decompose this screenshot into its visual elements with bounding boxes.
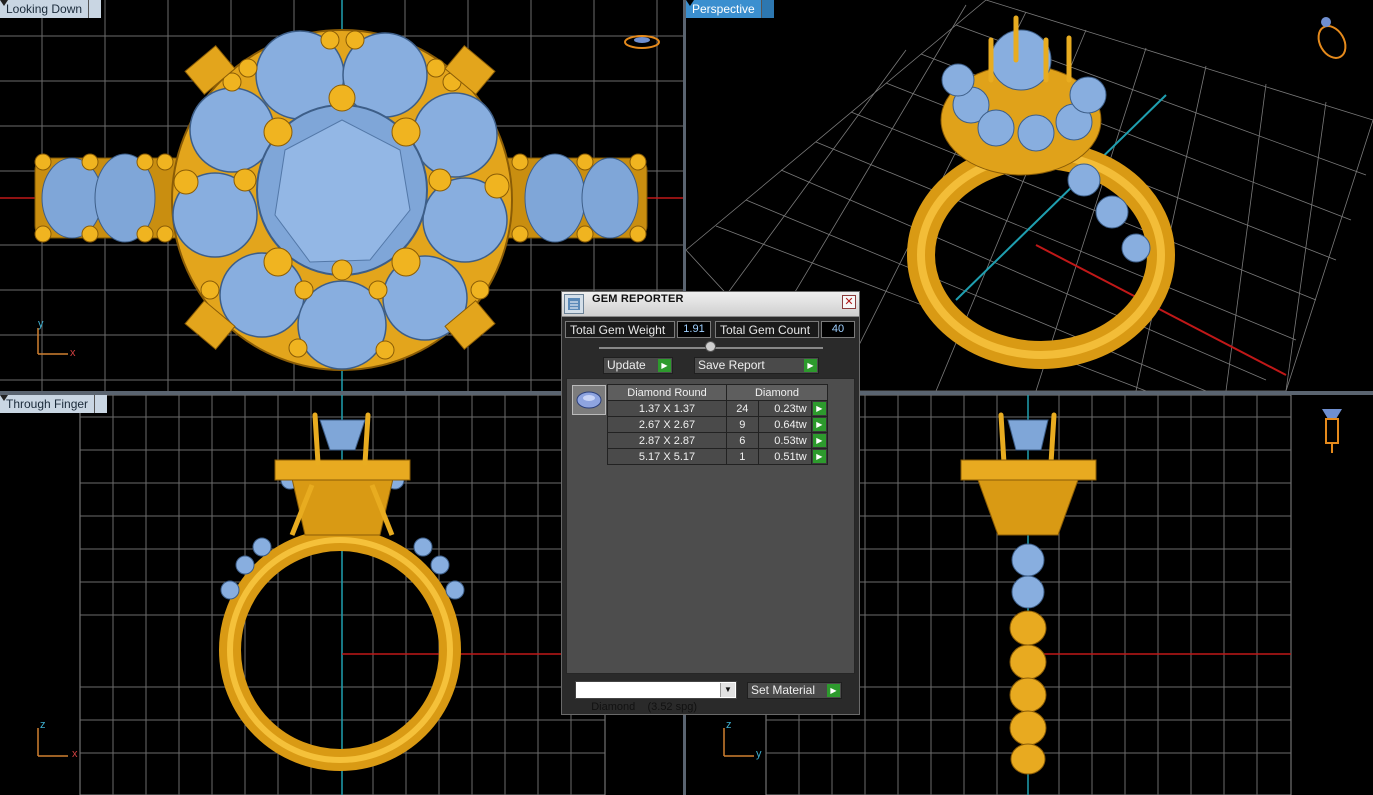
column-header-shape: Diamond Round: [607, 384, 727, 401]
dialog-title: GEM REPORTER: [592, 293, 684, 305]
play-icon: ▶: [827, 684, 840, 697]
total-gem-weight-label: Total Gem Weight: [565, 321, 675, 338]
play-icon: ▶: [812, 434, 826, 447]
dialog-titlebar[interactable]: GEM REPORTER ✕: [562, 292, 859, 317]
view-selector-looking-down[interactable]: Looking Down: [0, 0, 102, 18]
gem-size: 5.17 X 5.17: [607, 448, 727, 465]
axis-label-y: y: [38, 318, 44, 330]
axis-label-x: x: [72, 748, 78, 760]
chevron-down-icon[interactable]: [0, 395, 108, 413]
view-selector-through-finger[interactable]: Through Finger: [0, 395, 108, 413]
update-label: Update: [607, 358, 646, 372]
material-select[interactable]: Diamond (3.52 spg) ▼: [575, 681, 737, 713]
play-icon: ▶: [812, 450, 826, 463]
gem-count: 6: [726, 432, 759, 449]
axis-label-z: z: [40, 719, 46, 731]
view-name: Perspective: [692, 2, 755, 16]
table-row[interactable]: 1.37 X 1.37 24 0.23tw ▶: [607, 400, 829, 417]
chevron-down-icon[interactable]: [686, 0, 774, 18]
axis-indicator: [37, 728, 68, 757]
chevron-down-icon: ▼: [720, 683, 735, 697]
row-select-button[interactable]: ▶: [810, 432, 829, 449]
gem-count: 9: [726, 416, 759, 433]
axis-indicator: [723, 728, 754, 757]
table-row[interactable]: 2.87 X 2.87 6 0.53tw ▶: [607, 432, 829, 449]
gem-size: 1.37 X 1.37: [607, 400, 727, 417]
gem-table: Diamond Round Diamond 1.37 X 1.37 24 0.2…: [607, 384, 829, 465]
gem-count: 1: [726, 448, 759, 465]
row-select-button[interactable]: ▶: [810, 448, 829, 465]
set-material-button[interactable]: Set Material ▶: [747, 682, 842, 699]
table-row[interactable]: 5.17 X 5.17 1 0.51tw ▶: [607, 448, 829, 465]
gem-list-panel: Diamond Round Diamond 1.37 X 1.37 24 0.2…: [566, 378, 855, 674]
play-icon: ▶: [812, 402, 826, 415]
update-button[interactable]: Update ▶: [603, 357, 673, 374]
view-selector-perspective[interactable]: Perspective: [686, 0, 774, 18]
gem-reporter-dialog: GEM REPORTER ✕ Total Gem Weight 1.91 Tot…: [561, 291, 860, 715]
row-select-button[interactable]: ▶: [810, 400, 829, 417]
material-select-value: Diamond (3.52 spg): [591, 701, 698, 713]
gem-weight: 0.51tw: [757, 448, 812, 465]
gem-weight: 0.64tw: [757, 416, 812, 433]
gem-report-icon: [564, 294, 584, 314]
save-report-label: Save Report: [698, 358, 765, 372]
gem-size: 2.87 X 2.87: [607, 432, 727, 449]
set-material-label: Set Material: [751, 683, 816, 697]
total-gem-weight-value: 1.91: [677, 321, 711, 338]
play-icon: ▶: [812, 418, 826, 431]
view-name: Looking Down: [6, 2, 83, 16]
gem-icon: [572, 385, 606, 415]
chevron-down-icon[interactable]: [0, 0, 102, 18]
gem-count: 24: [726, 400, 759, 417]
gem-size: 2.67 X 2.67: [607, 416, 727, 433]
column-header-material: Diamond: [726, 384, 828, 401]
gem-weight: 0.23tw: [757, 400, 812, 417]
row-select-button[interactable]: ▶: [810, 416, 829, 433]
play-icon: ▶: [804, 359, 817, 372]
close-button[interactable]: ✕: [842, 295, 856, 309]
play-icon: ▶: [658, 359, 671, 372]
view-name: Through Finger: [6, 397, 89, 411]
axis-label-x: x: [70, 347, 76, 359]
save-report-button[interactable]: Save Report ▶: [694, 357, 819, 374]
slider-handle[interactable]: [705, 341, 716, 352]
total-gem-count-value: 40: [821, 321, 855, 338]
axis-label-y: y: [756, 748, 762, 760]
gem-weight: 0.53tw: [757, 432, 812, 449]
axis-label-z: z: [726, 719, 732, 731]
total-gem-count-label: Total Gem Count: [715, 321, 819, 338]
table-row[interactable]: 2.67 X 2.67 9 0.64tw ▶: [607, 416, 829, 433]
